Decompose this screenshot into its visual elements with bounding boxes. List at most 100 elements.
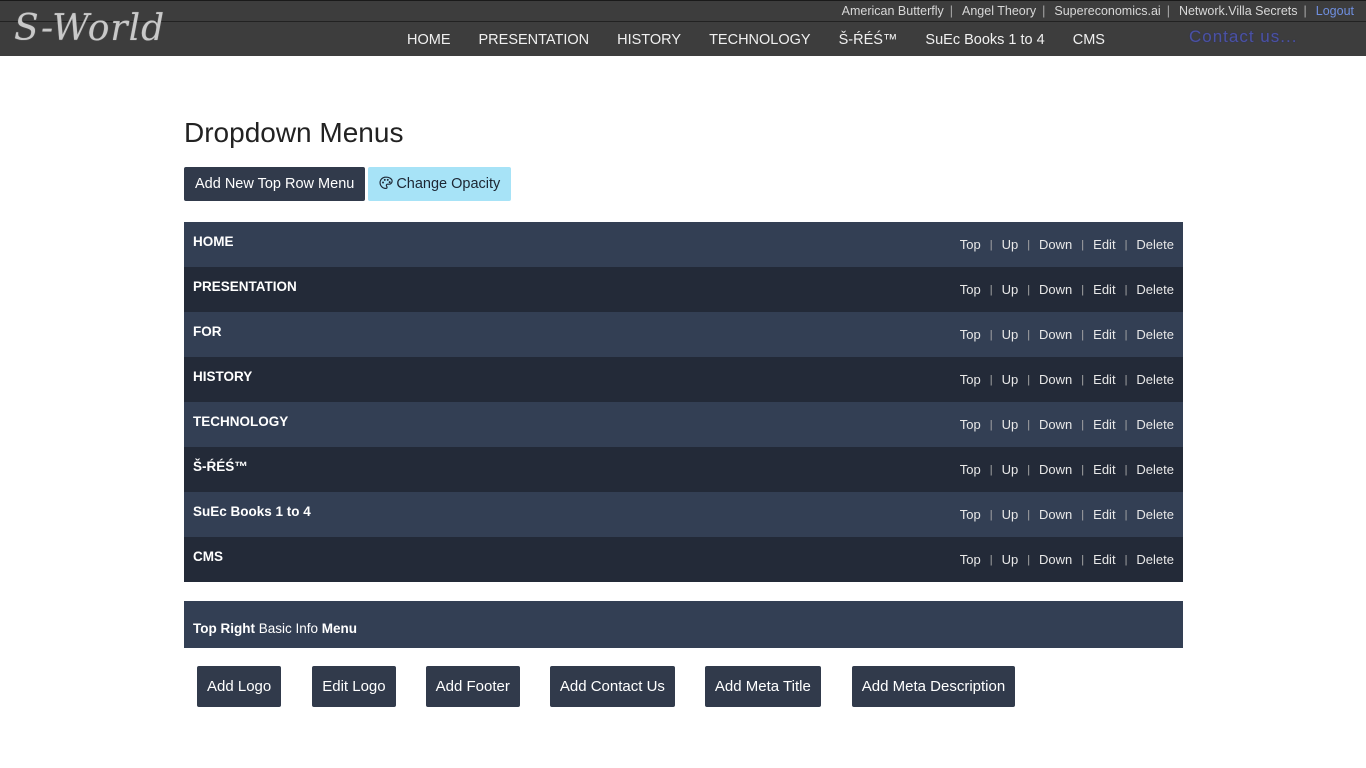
edit-link[interactable]: Edit	[1093, 552, 1115, 567]
separator: |	[1027, 508, 1031, 521]
menu-row-presentation: PRESENTATION Top | Up | Down | Edit | Delete	[184, 267, 1183, 312]
contact-us-link[interactable]: Contact us...	[1189, 27, 1297, 47]
delete-link[interactable]: Delete	[1136, 507, 1174, 522]
nav-home[interactable]: HOME	[393, 32, 465, 48]
move-down-link[interactable]: Down	[1039, 372, 1072, 387]
nav-suec-books[interactable]: SuEc Books 1 to 4	[911, 32, 1058, 48]
delete-link[interactable]: Delete	[1136, 417, 1174, 432]
move-up-link[interactable]: Up	[1002, 417, 1019, 432]
change-opacity-button[interactable]: Change Opacity	[368, 167, 512, 201]
separator: |	[1042, 4, 1046, 18]
add-meta-description-button[interactable]: Add Meta Description	[851, 666, 1016, 707]
move-up-link[interactable]: Up	[1002, 372, 1019, 387]
menu-list: HOME Top | Up | Down | Edit | Delete PRESENT…	[184, 222, 1183, 582]
move-down-link[interactable]: Down	[1039, 417, 1072, 432]
nav-history[interactable]: HISTORY	[603, 32, 695, 48]
logout-link[interactable]: Logout	[1316, 4, 1354, 18]
separator: |	[1124, 463, 1128, 476]
nav-presentation[interactable]: PRESENTATION	[465, 32, 604, 48]
move-up-link[interactable]: Up	[1002, 327, 1019, 342]
separator: |	[1081, 553, 1085, 566]
action-row: Add New Top Row Menu Change Opacity	[184, 167, 512, 201]
move-top-link[interactable]: Top	[960, 237, 981, 252]
menu-ops: Top | Up | Down | Edit | Delete	[960, 327, 1174, 342]
move-down-link[interactable]: Down	[1039, 552, 1072, 567]
menu-row-suec-books: SuEc Books 1 to 4 Top | Up | Down | Edit | D…	[184, 492, 1183, 537]
menu-ops: Top | Up | Down | Edit | Delete	[960, 417, 1174, 432]
menu-ops: Top | Up | Down | Edit | Delete	[960, 372, 1174, 387]
separator: |	[989, 283, 993, 296]
move-up-link[interactable]: Up	[1002, 282, 1019, 297]
move-down-link[interactable]: Down	[1039, 282, 1072, 297]
separator: |	[1027, 238, 1031, 251]
separator: |	[1124, 553, 1128, 566]
move-top-link[interactable]: Top	[960, 282, 981, 297]
top-link-network-villa-secrets[interactable]: Network.Villa Secrets	[1179, 4, 1298, 18]
move-up-link[interactable]: Up	[1002, 462, 1019, 477]
basic-info-part-3: Menu	[321, 621, 358, 636]
edit-logo-button[interactable]: Edit Logo	[312, 666, 396, 707]
delete-link[interactable]: Delete	[1136, 462, 1174, 477]
nav-cms[interactable]: CMS	[1059, 32, 1119, 48]
edit-link[interactable]: Edit	[1093, 372, 1115, 387]
add-top-row-menu-label: Add New Top Row Menu	[195, 176, 355, 192]
add-top-row-menu-button[interactable]: Add New Top Row Menu	[184, 167, 366, 201]
move-down-link[interactable]: Down	[1039, 507, 1072, 522]
separator: |	[1166, 4, 1170, 18]
top-link-supereconomics[interactable]: Supereconomics.ai	[1054, 4, 1160, 18]
edit-link[interactable]: Edit	[1093, 507, 1115, 522]
move-up-link[interactable]: Up	[1002, 237, 1019, 252]
separator: |	[1303, 4, 1307, 18]
move-down-link[interactable]: Down	[1039, 327, 1072, 342]
edit-link[interactable]: Edit	[1093, 417, 1115, 432]
menu-ops: Top | Up | Down | Edit | Delete	[960, 282, 1174, 297]
move-top-link[interactable]: Top	[960, 372, 981, 387]
top-right-basic-info-menu-header: Top Right Basic Info Menu	[184, 601, 1183, 648]
top-link-american-butterfly[interactable]: American Butterfly	[842, 4, 944, 18]
delete-link[interactable]: Delete	[1136, 552, 1174, 567]
menu-row-cms: CMS Top | Up | Down | Edit | Delete	[184, 537, 1183, 582]
separator: |	[1124, 508, 1128, 521]
palette-icon	[379, 176, 394, 189]
edit-link[interactable]: Edit	[1093, 282, 1115, 297]
move-top-link[interactable]: Top	[960, 507, 981, 522]
edit-link[interactable]: Edit	[1093, 327, 1115, 342]
menu-ops: Top | Up | Down | Edit | Delete	[960, 507, 1174, 522]
move-top-link[interactable]: Top	[960, 462, 981, 477]
top-link-angel-theory[interactable]: Angel Theory	[962, 4, 1036, 18]
basic-info-part-1: Top Right	[193, 621, 255, 636]
separator: |	[989, 553, 993, 566]
delete-link[interactable]: Delete	[1136, 327, 1174, 342]
move-top-link[interactable]: Top	[960, 417, 981, 432]
move-up-link[interactable]: Up	[1002, 552, 1019, 567]
menu-name: HISTORY	[193, 369, 253, 384]
separator: |	[1027, 553, 1031, 566]
nav-sres[interactable]: Š-ŔÉŚ™	[825, 32, 912, 48]
separator: |	[989, 463, 993, 476]
nav-technology[interactable]: TECHNOLOGY	[695, 32, 825, 48]
edit-link[interactable]: Edit	[1093, 462, 1115, 477]
separator: |	[1027, 283, 1031, 296]
delete-link[interactable]: Delete	[1136, 372, 1174, 387]
separator: |	[1081, 508, 1085, 521]
menu-row-home: HOME Top | Up | Down | Edit | Delete	[184, 222, 1183, 267]
move-down-link[interactable]: Down	[1039, 237, 1072, 252]
move-top-link[interactable]: Top	[960, 552, 981, 567]
settings-buttons: Add Logo Edit Logo Add Footer Add Contac…	[197, 666, 1016, 707]
site-logo[interactable]: S-World	[14, 7, 189, 51]
delete-link[interactable]: Delete	[1136, 282, 1174, 297]
add-meta-title-button[interactable]: Add Meta Title	[704, 666, 821, 707]
move-down-link[interactable]: Down	[1039, 462, 1072, 477]
delete-link[interactable]: Delete	[1136, 237, 1174, 252]
move-top-link[interactable]: Top	[960, 327, 981, 342]
top-bar: S-World American Butterfly | Angel Theory…	[0, 0, 1366, 56]
separator: |	[1124, 328, 1128, 341]
add-footer-button[interactable]: Add Footer	[425, 666, 520, 707]
move-up-link[interactable]: Up	[1002, 507, 1019, 522]
change-opacity-label: Change Opacity	[396, 176, 501, 192]
separator: |	[1027, 463, 1031, 476]
add-contact-us-button[interactable]: Add Contact Us	[549, 666, 675, 707]
edit-link[interactable]: Edit	[1093, 237, 1115, 252]
separator: |	[1081, 238, 1085, 251]
add-logo-button[interactable]: Add Logo	[197, 666, 282, 707]
